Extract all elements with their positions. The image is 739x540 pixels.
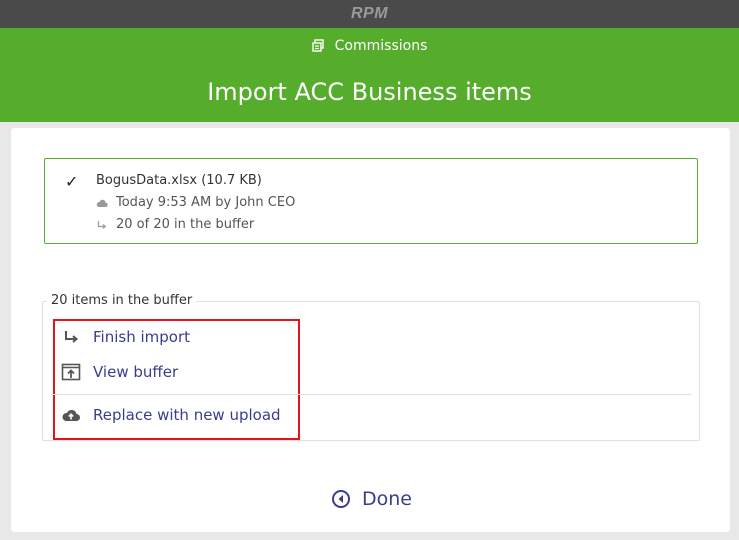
import-panel: ✓ BogusData.xlsx (10.7 KB) Today 9:53 AM…	[11, 128, 730, 532]
replace-upload-button[interactable]: Replace with new upload	[61, 405, 281, 425]
replace-upload-label: Replace with new upload	[93, 406, 281, 424]
upload-timestamp: Today 9:53 AM by John CEO	[116, 195, 296, 210]
breadcrumb: Commissions	[0, 38, 739, 57]
breadcrumb-label: Commissions	[334, 38, 428, 54]
actions-divider	[53, 394, 691, 395]
commissions-icon	[311, 39, 324, 52]
finish-import-button[interactable]: Finish import	[61, 327, 190, 347]
done-label: Done	[362, 488, 412, 510]
page-header: Commissions Import ACC Business items	[0, 28, 739, 122]
view-buffer-button[interactable]: View buffer	[61, 362, 178, 382]
cloud-icon	[96, 199, 108, 207]
file-name: BogusData.xlsx (10.7 KB)	[96, 173, 262, 188]
back-circle-icon	[332, 490, 350, 508]
cloud-upload-icon	[62, 409, 80, 421]
breadcrumb-commissions-link[interactable]: Commissions	[311, 38, 428, 54]
buffer-group: 20 items in the buffer Finish import Vie…	[42, 293, 700, 441]
arrow-return-icon	[65, 331, 79, 343]
upload-info: Today 9:53 AM by John CEO	[96, 195, 295, 210]
view-buffer-icon	[61, 363, 81, 381]
app-title: RPM	[350, 5, 389, 22]
arrow-return-icon	[97, 220, 107, 229]
finish-import-label: Finish import	[93, 328, 190, 346]
uploaded-file-card: ✓ BogusData.xlsx (10.7 KB) Today 9:53 AM…	[44, 158, 698, 244]
page-title: Import ACC Business items	[207, 78, 532, 106]
window-titlebar: RPM	[0, 0, 739, 28]
view-buffer-label: View buffer	[93, 363, 179, 381]
done-button[interactable]: Done	[331, 488, 412, 510]
checkmark-icon: ✓	[65, 172, 79, 191]
buffer-legend: 20 items in the buffer	[47, 293, 197, 309]
buffer-info: 20 of 20 in the buffer	[96, 217, 254, 232]
buffer-count: 20 of 20 in the buffer	[116, 217, 255, 232]
